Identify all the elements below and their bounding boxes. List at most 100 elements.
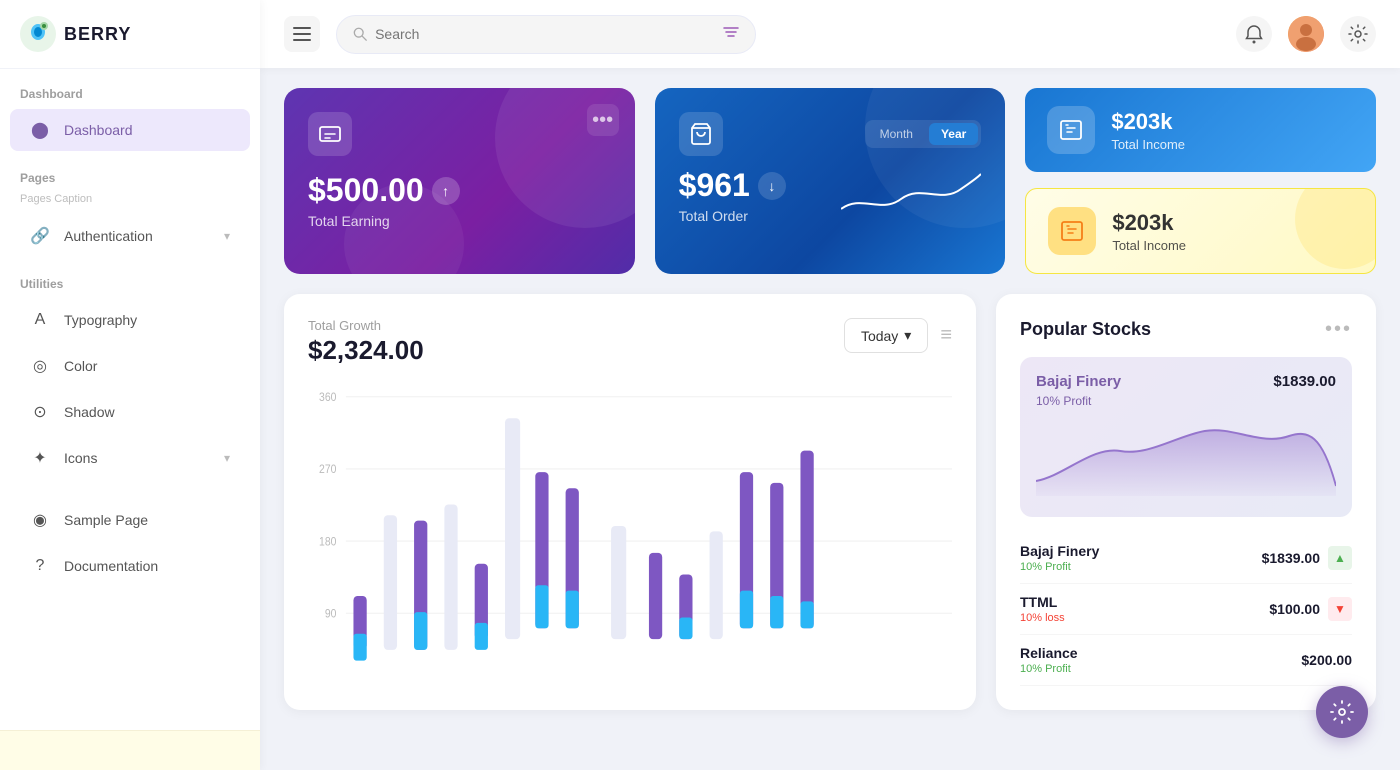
color-icon: ◎ — [30, 356, 50, 376]
sidebar-section-dashboard: Dashboard — [0, 69, 260, 107]
order-chart — [786, 164, 981, 224]
sidebar-pages-caption: Pages Caption — [0, 191, 260, 213]
sidebar: BERRY Dashboard ⬤ Dashboard Pages Pages … — [0, 0, 260, 770]
typography-icon: A — [30, 310, 50, 330]
chart-period-button[interactable]: Today ▾ — [844, 318, 928, 353]
toggle-year-button[interactable]: Year — [929, 123, 978, 145]
earning-icon — [308, 112, 352, 156]
earning-label: Total Earning — [308, 213, 611, 229]
icons-chevron-icon: ▾ — [224, 451, 230, 465]
avatar[interactable] — [1288, 16, 1324, 52]
bajaj-featured-card: Bajaj Finery $1839.00 10% Profit — [1020, 357, 1352, 517]
stock-info-ttml: TTML 10% loss — [1020, 594, 1065, 624]
sidebar-item-documentation[interactable]: ? Documentation — [10, 545, 250, 587]
sample-page-icon: ◉ — [30, 510, 50, 530]
order-amount-section: $961 ↓ Total Order — [679, 167, 786, 224]
stocks-card: Popular Stocks ••• Bajaj Finery $1839.00… — [996, 294, 1376, 710]
card-income-blue: $203k Total Income — [1025, 88, 1376, 172]
menu-toggle-button[interactable] — [284, 16, 320, 52]
chart-area: 360 270 180 90 — [308, 386, 952, 666]
stocks-more-button[interactable]: ••• — [1325, 318, 1352, 341]
fab-button[interactable] — [1316, 686, 1368, 738]
card-order: Month Year $961 ↓ Total Order — [655, 88, 1006, 274]
stock-right-ttml: $100.00 ▼ — [1269, 597, 1352, 621]
topbar-right — [1236, 16, 1376, 52]
cards-row: ••• $500.00 ↑ Total Earning Month — [284, 88, 1376, 274]
income-blue-text: $203k Total Income — [1111, 109, 1185, 152]
stock-change-reliance: 10% Profit — [1020, 663, 1078, 675]
main-area: ••• $500.00 ↑ Total Earning Month — [260, 0, 1400, 770]
logo-icon — [20, 16, 56, 52]
income-yellow-icon — [1048, 207, 1096, 255]
notifications-button[interactable] — [1236, 16, 1272, 52]
income-blue-icon — [1047, 106, 1095, 154]
sidebar-section-utilities: Utilities — [0, 259, 260, 297]
sidebar-item-icons-label: Icons — [64, 450, 97, 466]
order-amount: $961 ↓ — [679, 167, 786, 204]
earning-trend-icon: ↑ — [432, 177, 460, 205]
filter-icon[interactable] — [723, 24, 739, 45]
card-income-yellow: $203k Total Income — [1025, 188, 1376, 274]
income-yellow-value: $203k — [1112, 210, 1186, 236]
stock-info-bajaj: Bajaj Finery 10% Profit — [1020, 543, 1099, 573]
bajaj-top: Bajaj Finery $1839.00 — [1036, 373, 1336, 390]
bajaj-chart — [1036, 416, 1336, 501]
sidebar-item-dashboard-label: Dashboard — [64, 122, 133, 138]
order-toggle: Month Year — [865, 120, 982, 148]
earning-more-button[interactable]: ••• — [587, 104, 619, 136]
bajaj-name: Bajaj Finery — [1036, 373, 1121, 390]
svg-text:270: 270 — [319, 464, 336, 477]
stock-name-bajaj: Bajaj Finery — [1020, 543, 1099, 559]
stock-name-reliance: Reliance — [1020, 645, 1078, 661]
stock-right-bajaj: $1839.00 ▲ — [1262, 546, 1352, 570]
settings-button[interactable] — [1340, 16, 1376, 52]
order-trend-icon: ↓ — [758, 172, 786, 200]
bajaj-featured-price: $1839.00 — [1273, 373, 1336, 390]
order-label: Total Order — [679, 208, 786, 224]
order-top: Month Year — [679, 112, 982, 156]
icons-icon: ✦ — [30, 448, 50, 468]
sidebar-item-typography[interactable]: A Typography — [10, 299, 250, 341]
sidebar-section-pages-label: Pages — [0, 153, 260, 191]
chart-title-area: Total Growth $2,324.00 — [308, 318, 424, 366]
sidebar-item-sample-page[interactable]: ◉ Sample Page — [10, 499, 250, 541]
income-blue-label: Total Income — [1111, 137, 1185, 152]
svg-text:90: 90 — [325, 608, 337, 621]
earning-amount: $500.00 ↑ — [308, 172, 611, 209]
chart-total-value: $2,324.00 — [308, 335, 424, 366]
sidebar-bottom-bar — [0, 730, 260, 770]
chart-menu-icon[interactable]: ≡ — [940, 324, 952, 347]
svg-text:180: 180 — [319, 536, 336, 549]
sidebar-item-color-label: Color — [64, 358, 97, 374]
sidebar-item-authentication[interactable]: 🔗 Authentication ▾ — [10, 215, 250, 257]
toggle-month-button[interactable]: Month — [868, 123, 925, 145]
sidebar-item-doc-label: Documentation — [64, 558, 158, 574]
sidebar-header: BERRY — [0, 0, 260, 69]
logo-text: BERRY — [64, 24, 131, 45]
search-bar[interactable] — [336, 15, 756, 54]
income-cards: $203k Total Income $203k Total Income — [1025, 88, 1376, 274]
topbar — [260, 0, 1400, 68]
stock-change-bajaj: 10% Profit — [1020, 561, 1099, 573]
stock-name-ttml: TTML — [1020, 594, 1065, 610]
stock-right-reliance: $200.00 — [1301, 652, 1352, 668]
bajaj-profit: 10% Profit — [1036, 394, 1336, 408]
stock-row-bajaj: Bajaj Finery 10% Profit $1839.00 ▲ — [1020, 533, 1352, 584]
sidebar-item-dashboard[interactable]: ⬤ Dashboard — [10, 109, 250, 151]
sidebar-item-shadow[interactable]: ⊙ Shadow — [10, 391, 250, 433]
svg-text:360: 360 — [319, 392, 336, 405]
sidebar-item-color[interactable]: ◎ Color — [10, 345, 250, 387]
chart-header: Total Growth $2,324.00 Today ▾ ≡ — [308, 318, 952, 366]
sidebar-item-sample-label: Sample Page — [64, 512, 148, 528]
stocks-header: Popular Stocks ••• — [1020, 318, 1352, 341]
search-input[interactable] — [375, 26, 715, 42]
auth-icon: 🔗 — [30, 226, 50, 246]
sidebar-item-icons[interactable]: ✦ Icons ▾ — [10, 437, 250, 479]
card-earning: ••• $500.00 ↑ Total Earning — [284, 88, 635, 274]
chart-card: Total Growth $2,324.00 Today ▾ ≡ — [284, 294, 976, 710]
sidebar-item-auth-label: Authentication — [64, 228, 153, 244]
documentation-icon: ? — [30, 556, 50, 576]
stock-row-reliance: Reliance 10% Profit $200.00 — [1020, 635, 1352, 686]
income-blue-value: $203k — [1111, 109, 1185, 135]
sidebar-item-typography-label: Typography — [64, 312, 137, 328]
